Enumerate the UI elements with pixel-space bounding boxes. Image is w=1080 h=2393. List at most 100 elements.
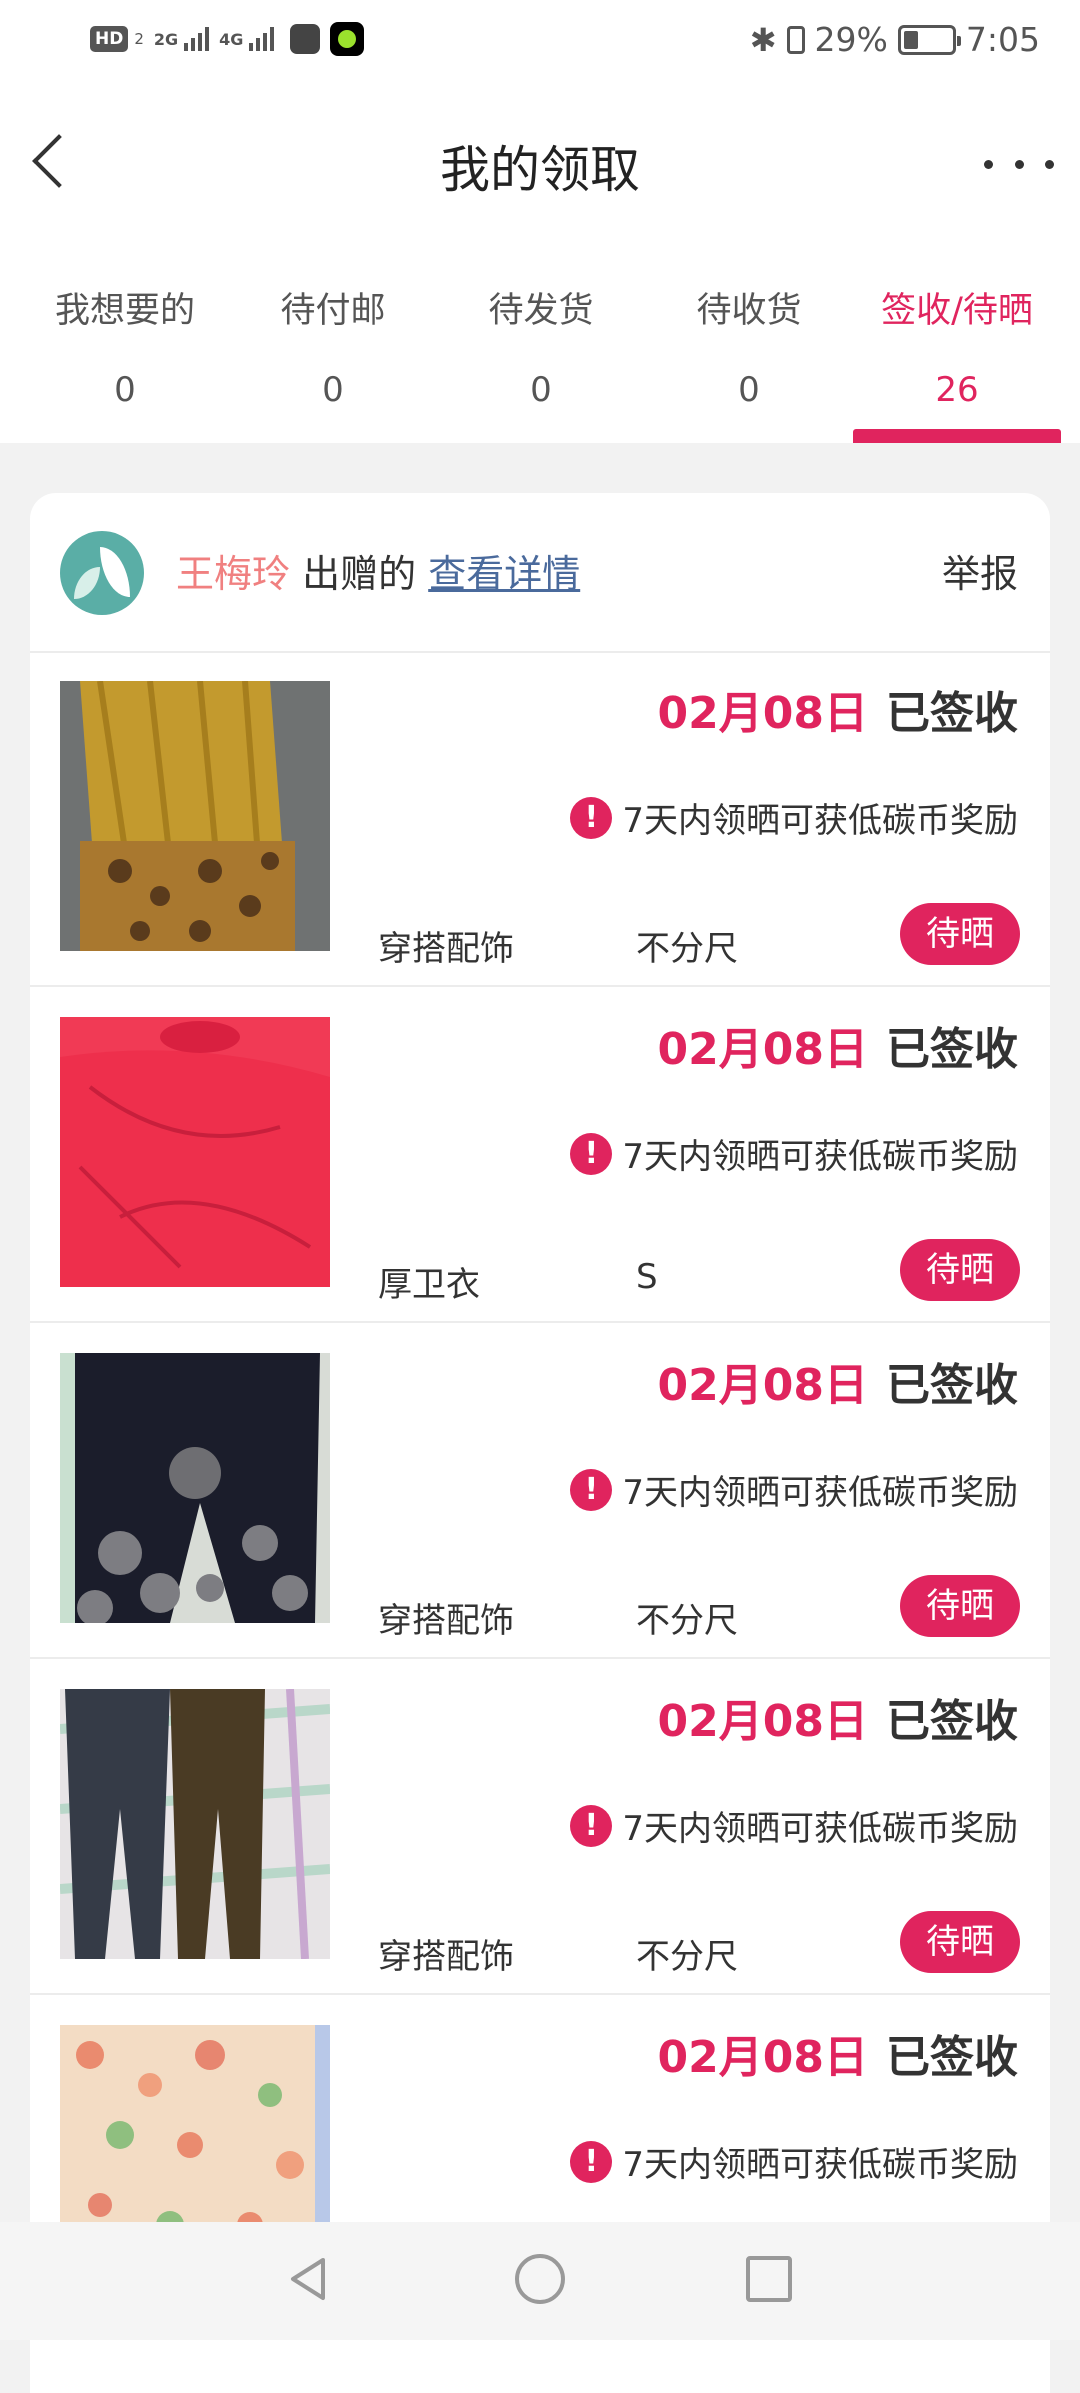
reward-notice: ! 7天内领晒可获低碳币奖励 — [570, 1129, 1018, 1178]
tab-count: 26 — [935, 370, 979, 410]
sign-status: 已签收 — [886, 1024, 1018, 1075]
pending-share-button[interactable]: 待晒 — [900, 1911, 1020, 1973]
reward-notice: ! 7天内领晒可获低碳币奖励 — [570, 793, 1018, 842]
more-icon[interactable] — [984, 144, 1054, 184]
tab-signed-share[interactable]: 签收/待晒 26 — [853, 270, 1061, 443]
donor-avatar[interactable] — [60, 531, 144, 615]
sign-status: 已签收 — [886, 688, 1018, 739]
hd-sub: 2 — [134, 30, 144, 48]
donated-text: 出赠的 — [290, 552, 429, 596]
donor-line: 王梅玲 出赠的 查看详情 — [176, 543, 580, 598]
view-detail-link[interactable]: 查看详情 — [428, 552, 580, 596]
product-image[interactable] — [60, 1017, 330, 1287]
vibrate-icon — [786, 25, 805, 54]
item-category: 厚卫衣 — [378, 1265, 480, 1305]
reward-text: 7天内领晒可获低碳币奖励 — [622, 1809, 1018, 1849]
alert-icon: ! — [570, 1132, 613, 1175]
report-button[interactable]: 举报 — [942, 543, 1018, 598]
nav-bar: 我的领取 — [0, 84, 1080, 234]
page-title: 我的领取 — [440, 141, 640, 199]
signal-type-1: 2G — [153, 29, 179, 49]
app-notification-icon — [330, 22, 365, 56]
list-item[interactable]: 02月08日 已签收 ! 7天内领晒可获低碳币奖励 穿搭配饰 不分尺 待晒 — [30, 1323, 1050, 1659]
item-category: 穿搭配饰 — [378, 1601, 514, 1641]
tab-label: 签收/待晒 — [881, 291, 1033, 331]
sign-date: 02月08日 — [657, 1024, 868, 1075]
tab-want[interactable]: 我想要的 0 — [21, 270, 229, 443]
tab-label: 我想要的 — [54, 291, 195, 331]
sign-date: 02月08日 — [657, 1696, 868, 1747]
bluetooth-icon: ✱ — [749, 20, 777, 59]
reward-text: 7天内领晒可获低碳币奖励 — [622, 801, 1018, 841]
battery-percent: 29% — [814, 20, 888, 59]
product-image[interactable] — [60, 681, 330, 951]
reward-notice: ! 7天内领晒可获低碳币奖励 — [570, 2137, 1018, 2186]
sign-status: 已签收 — [886, 2032, 1018, 2083]
tab-count: 0 — [738, 370, 760, 410]
tab-pending-receipt[interactable]: 待收货 0 — [645, 270, 853, 443]
date-status-line: 02月08日 已签收 — [658, 2021, 1018, 2085]
app-notification-icon — [290, 24, 321, 54]
clock: 7:05 — [965, 20, 1040, 59]
tab-pending-shipment[interactable]: 待发货 0 — [437, 270, 645, 443]
sign-status: 已签收 — [886, 1360, 1018, 1411]
alert-icon: ! — [570, 1804, 613, 1847]
hd-badge: HD — [90, 26, 129, 52]
date-status-line: 02月08日 已签收 — [658, 677, 1018, 741]
signal-bars-icon — [184, 27, 210, 51]
active-tab-indicator — [853, 429, 1061, 443]
reward-text: 7天内领晒可获低碳币奖励 — [622, 1473, 1018, 1513]
sign-date: 02月08日 — [657, 2032, 868, 2083]
alert-icon: ! — [570, 796, 613, 839]
tab-count: 0 — [322, 370, 344, 410]
signal-bars-icon — [249, 27, 275, 51]
reward-text: 7天内领晒可获低碳币奖励 — [622, 2145, 1018, 2185]
status-left: HD 2 2G 4G — [90, 22, 365, 56]
donation-card: 王梅玲 出赠的 查看详情 举报 02月08日 已签收 ! 7天内领晒可获低碳币奖励 … — [30, 493, 1050, 2393]
system-home-icon[interactable] — [515, 2254, 565, 2304]
leaf-icon — [100, 547, 130, 597]
product-image[interactable] — [60, 1689, 330, 1959]
status-bar: HD 2 2G 4G ✱ 29% 7:05 — [0, 0, 1080, 84]
item-category: 穿搭配饰 — [378, 929, 514, 969]
sign-status: 已签收 — [886, 1696, 1018, 1747]
tab-label: 待发货 — [488, 291, 594, 331]
tab-label: 待收货 — [696, 291, 802, 331]
item-size: 不分尺 — [636, 1601, 738, 1641]
list-item[interactable]: 02月08日 已签收 ! 7天内领晒可获低碳币奖励 厚卫衣 S 待晒 — [30, 987, 1050, 1323]
item-size: S — [636, 1257, 658, 1297]
date-status-line: 02月08日 已签收 — [658, 1349, 1018, 1413]
reward-text: 7天内领晒可获低碳币奖励 — [622, 1137, 1018, 1177]
leaf-icon — [74, 567, 100, 599]
reward-notice: ! 7天内领晒可获低碳币奖励 — [570, 1801, 1018, 1850]
status-tabs: 我想要的 0 待付邮 0 待发货 0 待收货 0 签收/待晒 26 — [0, 270, 1080, 443]
pending-share-button[interactable]: 待晒 — [900, 1575, 1020, 1637]
product-image[interactable] — [60, 1353, 330, 1623]
tab-label: 待付邮 — [280, 291, 386, 331]
status-right: ✱ 29% 7:05 — [750, 20, 1040, 59]
system-back-icon[interactable] — [285, 2254, 335, 2304]
tab-pending-postage[interactable]: 待付邮 0 — [229, 270, 437, 443]
reward-notice: ! 7天内领晒可获低碳币奖励 — [570, 1465, 1018, 1514]
card-header: 王梅玲 出赠的 查看详情 举报 — [30, 493, 1050, 653]
tab-count: 0 — [530, 370, 552, 410]
item-category: 穿搭配饰 — [378, 1937, 514, 1977]
pending-share-button[interactable]: 待晒 — [900, 903, 1020, 965]
date-status-line: 02月08日 已签收 — [658, 1013, 1018, 1077]
battery-icon — [897, 24, 961, 55]
sign-date: 02月08日 — [657, 688, 868, 739]
list-item[interactable]: 02月08日 已签收 ! 7天内领晒可获低碳币奖励 穿搭配饰 不分尺 待晒 — [30, 1659, 1050, 1995]
donor-name[interactable]: 王梅玲 — [176, 552, 290, 596]
system-recent-apps-icon[interactable] — [746, 2256, 792, 2302]
alert-icon: ! — [570, 1468, 613, 1511]
system-nav-bar — [0, 2222, 1080, 2340]
pending-share-button[interactable]: 待晒 — [900, 1239, 1020, 1301]
alert-icon: ! — [570, 2140, 613, 2183]
tab-count: 0 — [114, 370, 136, 410]
list-item[interactable]: 02月08日 已签收 ! 7天内领晒可获低碳币奖励 穿搭配饰 不分尺 待晒 — [30, 651, 1050, 987]
item-size: 不分尺 — [636, 1937, 738, 1977]
sign-date: 02月08日 — [657, 1360, 868, 1411]
date-status-line: 02月08日 已签收 — [658, 1685, 1018, 1749]
signal-type-2: 4G — [219, 29, 244, 49]
item-size: 不分尺 — [636, 929, 738, 969]
